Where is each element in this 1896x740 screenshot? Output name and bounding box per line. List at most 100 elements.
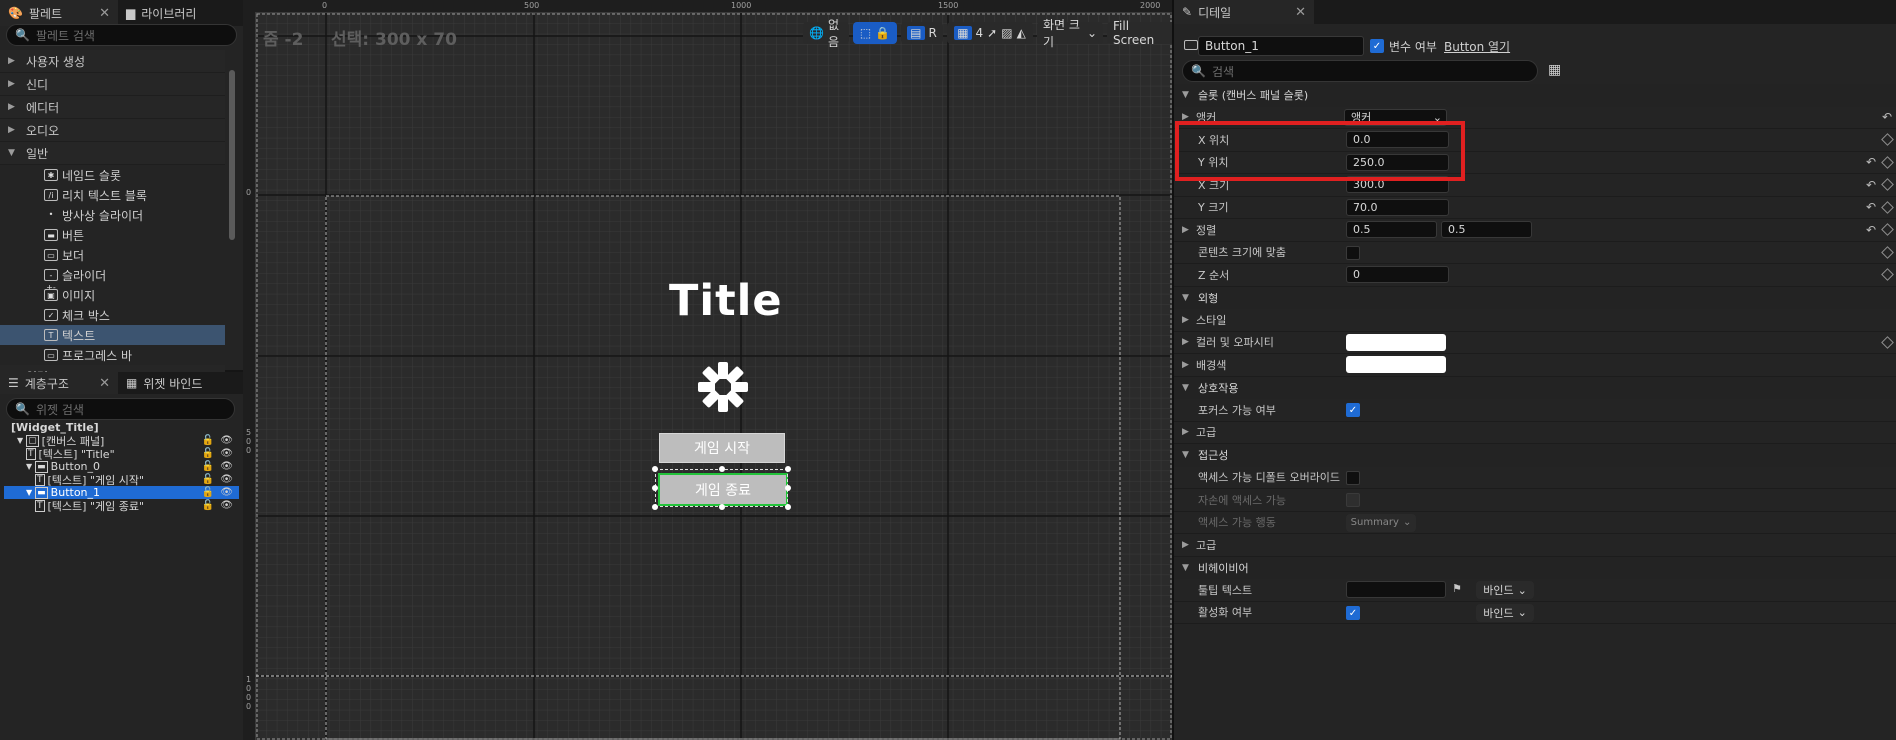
hierarchy-row[interactable]: [Widget_Title] xyxy=(4,421,239,434)
tooltip-input[interactable] xyxy=(1346,581,1446,598)
row-style[interactable]: ▶ 스타일 xyxy=(1174,309,1896,332)
keyframe-diamond-icon[interactable] xyxy=(1881,155,1894,169)
palette-search-input[interactable]: 🔍 팔레트 검색 xyxy=(6,24,237,46)
row-advanced-2[interactable]: ▶ 고급 xyxy=(1174,534,1896,557)
resize-handle[interactable] xyxy=(785,466,791,472)
tab-library[interactable]: ▆ 라이브러리 xyxy=(118,0,238,26)
reset-icon[interactable]: ↶ xyxy=(1866,223,1876,237)
section-slot[interactable]: ▼ 슬롯 (캔버스 패널 슬롯) xyxy=(1174,84,1896,107)
is-variable-checkbox[interactable]: ✓ xyxy=(1370,39,1384,53)
collapse-arrow-icon[interactable]: ▼ xyxy=(17,436,23,445)
resize-handle[interactable] xyxy=(652,504,658,510)
color-opacity-swatch[interactable] xyxy=(1346,333,1446,351)
fit-content-checkbox[interactable] xyxy=(1346,245,1360,260)
category-general[interactable]: ▼ 일반 xyxy=(0,142,225,165)
alignment-y-input[interactable]: 0.5 xyxy=(1441,221,1532,238)
hierarchy-row[interactable]: T [텍스트] "Title" 🔓 👁 xyxy=(4,447,239,461)
palette-item[interactable]: • 방사상 슬라이더 xyxy=(0,205,225,225)
eye-icon[interactable]: 👁 xyxy=(220,500,233,511)
eye-icon[interactable]: 👁 xyxy=(220,435,233,446)
details-search-input[interactable]: 🔍 검색 xyxy=(1182,60,1538,82)
grid-snap-button[interactable]: ▦ 4 ➚ ▨ ◭ xyxy=(947,22,1033,44)
reset-icon[interactable]: ↶ xyxy=(1882,110,1892,124)
open-button-link[interactable]: Button 열기 xyxy=(1444,38,1510,55)
tab-hierarchy[interactable]: ☰ 계층구조 ✕ xyxy=(0,372,118,394)
unlock-icon[interactable]: 🔓 xyxy=(202,461,214,472)
keyframe-diamond-icon[interactable] xyxy=(1881,335,1894,349)
title-text-widget[interactable]: Title xyxy=(669,276,783,326)
transform-toggle-button[interactable]: ⬚ 🔒 xyxy=(853,22,897,44)
category-item[interactable]: ▶ 신디 xyxy=(0,73,225,96)
keyframe-diamond-icon[interactable] xyxy=(1881,223,1894,237)
reset-icon[interactable]: ↶ xyxy=(1866,178,1876,192)
unlock-icon[interactable]: 🔓 xyxy=(202,500,214,511)
override-checkbox[interactable] xyxy=(1346,470,1360,485)
enabled-bind-dropdown[interactable]: 바인드 ⌄ xyxy=(1476,603,1534,622)
eye-icon[interactable]: 👁 xyxy=(220,487,233,498)
screen-size-dropdown[interactable]: 화면 크기 ⌄ xyxy=(1037,18,1103,49)
layout-button[interactable]: ▤ R xyxy=(901,22,943,44)
palette-scrollbar[interactable] xyxy=(229,70,235,240)
category-item[interactable]: ▶ 에디터 xyxy=(0,96,225,119)
keyframe-diamond-icon[interactable] xyxy=(1881,245,1894,259)
close-icon[interactable]: ✕ xyxy=(99,6,110,21)
unlock-icon[interactable]: 🔓 xyxy=(202,474,214,485)
keyframe-diamond-icon[interactable] xyxy=(1881,133,1894,147)
tooltip-bind-dropdown[interactable]: 바인드 ⌄ xyxy=(1476,581,1534,599)
reset-icon[interactable]: ↶ xyxy=(1866,200,1876,214)
palette-item[interactable]: ✓ 체크 박스 xyxy=(0,305,225,325)
widget-name-input[interactable]: Button_1 xyxy=(1198,36,1364,56)
eye-icon[interactable]: 👁 xyxy=(220,461,233,472)
palette-item[interactable]: ▬ 버튼 xyxy=(0,225,225,245)
alignment-x-input[interactable]: 0.5 xyxy=(1346,221,1437,238)
section-behavior[interactable]: ▼ 비헤이비어 xyxy=(1174,556,1896,579)
keyframe-diamond-icon[interactable] xyxy=(1881,178,1894,192)
start-game-button[interactable]: 게임 시작 xyxy=(659,433,785,463)
tab-details[interactable]: ✎ 디테일 ✕ xyxy=(1174,0,1314,24)
table-view-icon[interactable]: ▦ xyxy=(1548,62,1561,78)
section-appearance[interactable]: ▼ 외형 xyxy=(1174,286,1896,309)
enabled-checkbox[interactable]: ✓ xyxy=(1346,605,1360,620)
unlock-icon[interactable]: 🔓 xyxy=(202,487,214,498)
unlock-icon[interactable]: 🔓 xyxy=(202,435,214,446)
palette-item[interactable]: T 텍스트 xyxy=(0,325,225,345)
section-accessibility[interactable]: ▼ 접근성 xyxy=(1174,444,1896,467)
unlock-icon[interactable]: 🔓 xyxy=(202,448,214,459)
hierarchy-row[interactable]: T [텍스트] "게임 시작" 🔓 👁 xyxy=(4,473,239,487)
close-icon[interactable]: ✕ xyxy=(1295,5,1306,20)
bg-color-swatch[interactable] xyxy=(1346,356,1446,373)
resize-handle[interactable] xyxy=(719,466,725,472)
eye-icon[interactable]: 👁 xyxy=(220,474,233,485)
resize-handle[interactable] xyxy=(652,485,658,491)
tab-palette[interactable]: 🎨 팔레트 ✕ xyxy=(0,0,118,26)
palette-item[interactable]: -+- 슬라이더 xyxy=(0,265,225,292)
fill-screen-dropdown[interactable]: Fill Screen ⌄ xyxy=(1107,19,1172,47)
flag-icon[interactable]: ⚑ xyxy=(1452,582,1462,595)
designer-viewport[interactable]: 0 500 1000 1500 2000 0 5 0 0 1 0 0 0 줌 -… xyxy=(243,0,1172,740)
resize-handle[interactable] xyxy=(785,485,791,491)
close-icon[interactable]: ✕ xyxy=(99,376,110,391)
row-advanced[interactable]: ▶ 고급 xyxy=(1174,422,1896,444)
keyframe-diamond-icon[interactable] xyxy=(1881,268,1894,282)
keyframe-diamond-icon[interactable] xyxy=(1881,200,1894,214)
reset-icon[interactable]: ↶ xyxy=(1866,155,1876,169)
eye-icon[interactable]: 👁 xyxy=(220,448,233,459)
hierarchy-search-input[interactable]: 🔍 위젯 검색 xyxy=(6,398,235,420)
palette-item[interactable]: /i 리치 텍스트 블록 xyxy=(0,185,225,205)
localization-button[interactable]: 🌐 없음 xyxy=(803,18,849,49)
collapse-arrow-icon[interactable]: ▼ xyxy=(26,488,32,497)
resize-handle[interactable] xyxy=(652,466,658,472)
focusable-checkbox[interactable]: ✓ xyxy=(1346,403,1360,417)
collapse-arrow-icon[interactable]: ▼ xyxy=(26,462,32,471)
section-interaction[interactable]: ▼ 상호작용 xyxy=(1174,376,1896,399)
palette-item[interactable]: ▭ 보더 xyxy=(0,245,225,265)
category-item[interactable]: ▶ 사용자 생성 xyxy=(0,50,225,73)
tab-widget-bind[interactable]: ▦ 위젯 바인드 xyxy=(118,372,238,394)
z-order-input[interactable]: 0 xyxy=(1346,266,1449,283)
palette-item[interactable]: ▭ 프로그레스 바 xyxy=(0,345,225,365)
resize-handle[interactable] xyxy=(719,504,725,510)
resize-handle[interactable] xyxy=(785,504,791,510)
palette-item[interactable]: ✱ 네임드 슬롯 xyxy=(0,165,225,185)
y-size-input[interactable]: 70.0 xyxy=(1346,198,1449,216)
hierarchy-row[interactable]: T [텍스트] "게임 종료" 🔓 👁 xyxy=(4,499,239,513)
